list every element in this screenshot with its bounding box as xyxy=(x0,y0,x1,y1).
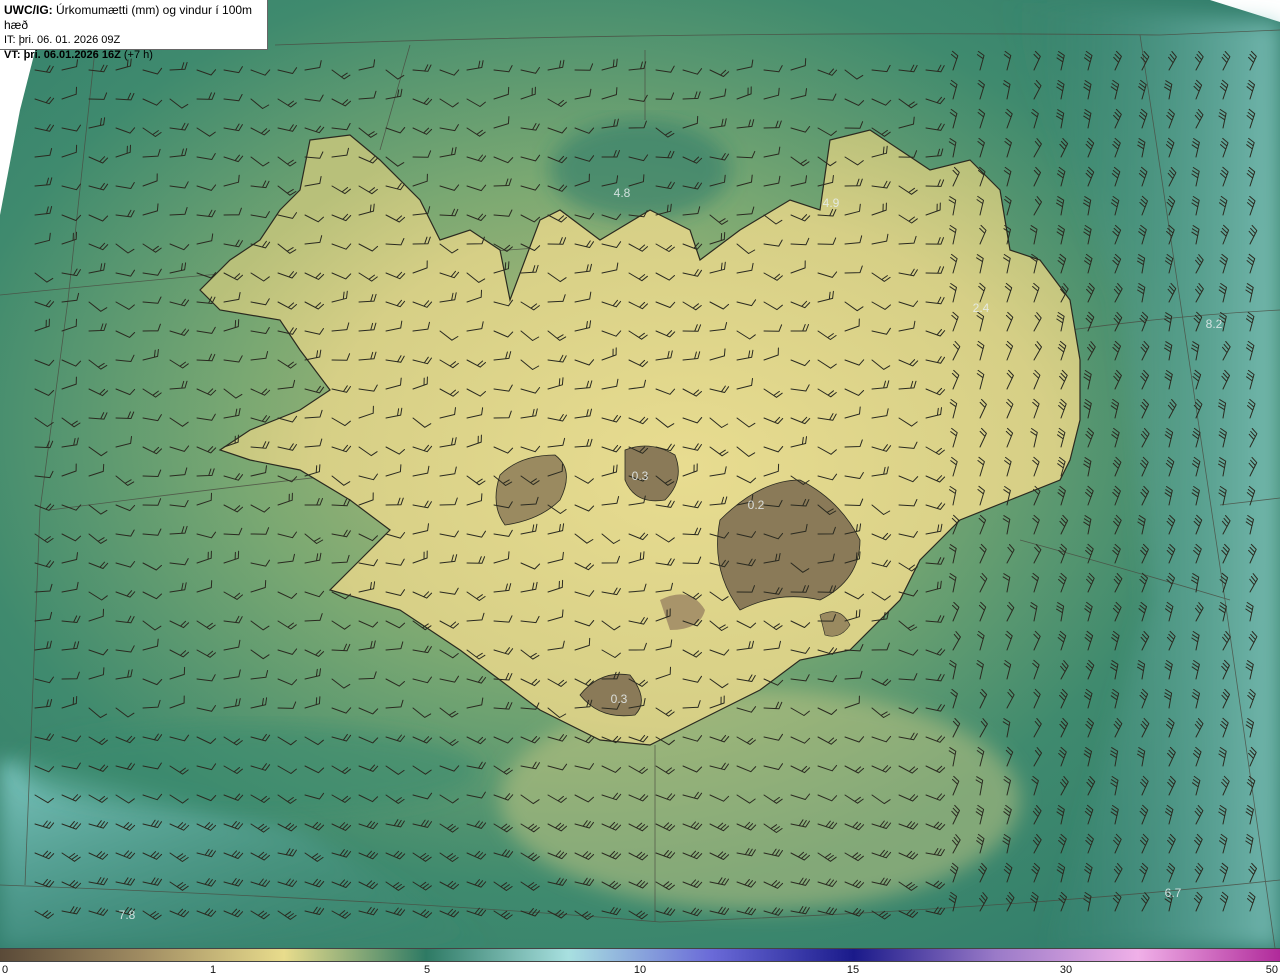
colorbar-tick: 10 xyxy=(633,964,647,976)
map-info-box: UWC/IG: Úrkomumætti (mm) og vindur í 100… xyxy=(0,0,268,61)
value-label: 2.4 xyxy=(973,301,990,315)
value-label: 4.8 xyxy=(614,186,631,200)
value-label: 0.3 xyxy=(611,692,628,706)
value-label: 0.3 xyxy=(632,469,649,483)
init-time-label: IT: xyxy=(4,34,16,46)
valid-time: þri. 06.01.2026 16Z xyxy=(23,49,121,61)
colorbar-ticks: 0 1 5 10 15 30 50 xyxy=(0,962,1280,978)
value-label: 6.7 xyxy=(1165,886,1182,900)
product-code: UWC/IG: xyxy=(4,3,53,17)
value-label: 7.8 xyxy=(119,908,136,922)
colorbar-tick: 0 xyxy=(2,964,9,976)
init-time: þri. 06. 01. 2026 09Z xyxy=(18,34,121,46)
forecast-offset: (+7 h) xyxy=(123,49,153,61)
colorbar-tick: 5 xyxy=(423,964,431,976)
colorbar-tick: 30 xyxy=(1059,964,1073,976)
colorbar-tick: 1 xyxy=(209,964,217,976)
weather-map[interactable]: 4.8 4.9 2.4 8.2 0.3 0.2 0.3 6.7 7.8 xyxy=(0,0,1280,948)
colorbar-tick: 50 xyxy=(1265,964,1278,976)
valid-time-label: VT: xyxy=(4,49,21,61)
colorbar-tick: 15 xyxy=(846,964,860,976)
value-label: 0.2 xyxy=(748,498,765,512)
value-label: 8.2 xyxy=(1206,317,1223,331)
value-label: 4.9 xyxy=(823,196,840,210)
colorbar xyxy=(0,948,1280,962)
